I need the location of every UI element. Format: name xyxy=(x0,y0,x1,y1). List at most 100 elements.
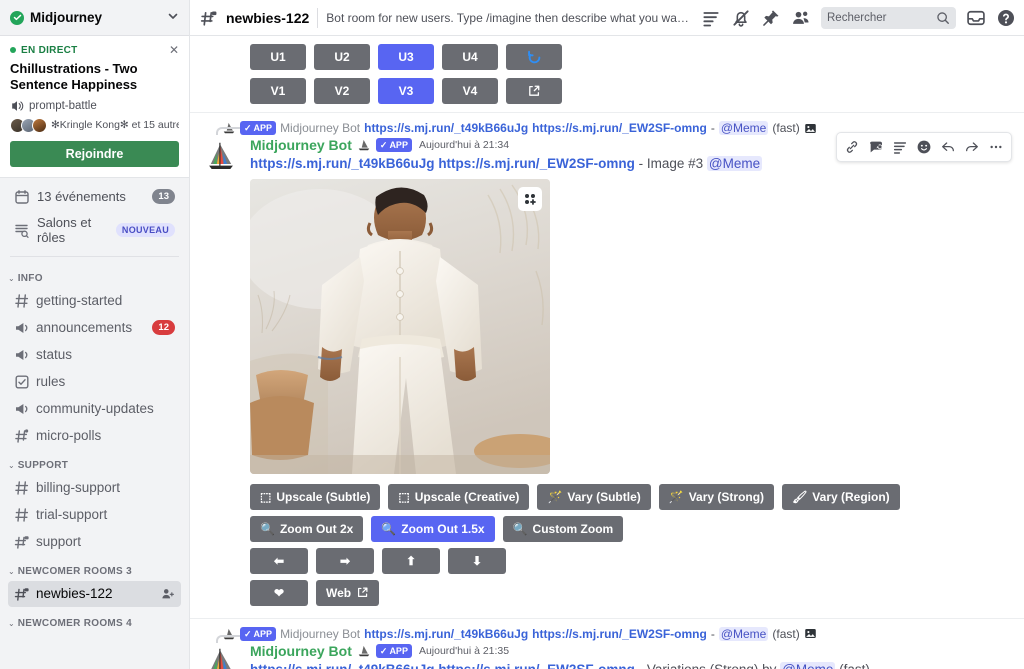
upscale-vary-row: ⬚ Upscale (Subtle) ⬚ Upscale (Creative) 🪄 V… xyxy=(250,483,1012,510)
message-link-2[interactable]: https://s.mj.run/_EW2SF-omng xyxy=(438,156,635,171)
message-mention[interactable]: @Meme xyxy=(706,156,763,171)
add-reaction-icon[interactable] xyxy=(913,136,935,158)
sidebar-item-micro-polls[interactable]: micro-polls xyxy=(8,423,181,449)
reply-link-2[interactable]: https://s.mj.run/_EW2SF-omng xyxy=(532,627,707,641)
reply-mention[interactable]: @Meme xyxy=(718,121,769,135)
message-list[interactable]: U1 U2 U3 U4 V1 V2 V3 V4 ✓ APP Midjourney… xyxy=(190,36,1024,669)
sidebar-item-getting-started[interactable]: getting-started xyxy=(8,288,181,314)
event-voice-channel[interactable]: prompt-battle xyxy=(10,99,179,113)
v4-button[interactable]: V4 xyxy=(442,78,498,104)
reply-mention[interactable]: @Meme xyxy=(718,626,769,641)
v1-button[interactable]: V1 xyxy=(250,78,306,104)
vary-strong-button[interactable]: 🪄 Vary (Strong) xyxy=(658,483,775,510)
pan-right-button[interactable]: ➡ xyxy=(316,547,374,574)
threads-icon[interactable] xyxy=(701,8,721,28)
message-link-1[interactable]: https://s.mj.run/_t49kB66uJg xyxy=(250,662,435,669)
more-icon[interactable] xyxy=(985,136,1007,158)
pan-up-button[interactable]: ⬆ xyxy=(382,547,440,574)
u4-button[interactable]: U4 xyxy=(442,44,498,70)
verified-badge-icon xyxy=(10,10,24,25)
message-author[interactable]: Midjourney Bot xyxy=(250,643,352,659)
category-newcomer-rooms-3[interactable]: ⌄ NEWCOMER ROOMS 3 xyxy=(0,556,189,580)
reroll-button[interactable] xyxy=(506,44,562,70)
sidebar-item-status[interactable]: status xyxy=(8,342,181,368)
vary-subtle-button[interactable]: 🪄 Vary (Subtle) xyxy=(537,483,651,510)
category-support[interactable]: ⌄ SUPPORT xyxy=(0,450,189,474)
pan-left-button[interactable]: ⬅ xyxy=(250,547,308,574)
channel-label: getting-started xyxy=(36,293,123,308)
close-icon[interactable]: ✕ xyxy=(169,44,179,56)
magnifier-icon: 🔍 xyxy=(260,521,275,536)
inbox-icon[interactable] xyxy=(966,8,986,28)
zoom-out-1-5x-button[interactable]: 🔍 Zoom Out 1.5x xyxy=(371,515,495,542)
server-header[interactable]: Midjourney xyxy=(0,0,189,36)
add-member-icon[interactable] xyxy=(161,587,175,601)
v3-button[interactable]: V3 xyxy=(378,78,434,104)
zoom-out-2x-button[interactable]: 🔍 Zoom Out 2x xyxy=(250,515,364,542)
sidebar-item-trial-support[interactable]: trial-support xyxy=(8,502,181,528)
sidebar-item-community-updates[interactable]: community-updates xyxy=(8,396,181,422)
image-grid-view-button[interactable] xyxy=(518,186,542,211)
arrow-right-icon: ➡ xyxy=(339,553,351,568)
favorite-button[interactable]: ❤ xyxy=(250,579,308,606)
pan-down-button[interactable]: ⬇ xyxy=(448,547,506,574)
sidebar-item-events[interactable]: 13 événements 13 xyxy=(8,184,181,210)
reply-context[interactable]: ✓ APP Midjourney Bot https://s.mj.run/_t4… xyxy=(190,626,1012,641)
link-icon[interactable] xyxy=(841,136,863,158)
u2-button[interactable]: U2 xyxy=(314,44,370,70)
thread-icon[interactable] xyxy=(865,136,887,158)
chevron-down-icon[interactable] xyxy=(167,10,179,25)
button-label: Zoom Out 1.5x xyxy=(401,521,485,536)
members-icon[interactable] xyxy=(791,8,811,28)
sidebar-scroll[interactable]: EN DIRECT ✕ Chillustrations - Two Senten… xyxy=(0,36,189,669)
sidebar-item-support[interactable]: support xyxy=(8,529,181,555)
mark-unread-icon[interactable] xyxy=(889,136,911,158)
message-body: Midjourney Bot ✓ APP Aujourd'hui à 21:35 … xyxy=(190,643,1012,669)
v2-button[interactable]: V2 xyxy=(314,78,370,104)
message-link-2[interactable]: https://s.mj.run/_EW2SF-omng xyxy=(438,662,635,669)
app-badge-label: APP xyxy=(389,645,408,656)
category-newcomer-rooms-4[interactable]: ⌄ NEWCOMER ROOMS 4 xyxy=(0,608,189,632)
sidebar-item-newbies-122[interactable]: newbies-122 xyxy=(8,580,181,607)
chevron-down-icon: ⌄ xyxy=(8,618,15,628)
reply-link-2[interactable]: https://s.mj.run/_EW2SF-omng xyxy=(532,121,707,135)
app-badge: ✓ APP xyxy=(240,121,277,135)
message-link-1[interactable]: https://s.mj.run/_t49kB66uJg xyxy=(250,156,435,171)
channel-label: micro-polls xyxy=(36,428,102,443)
sidebar-item-rules[interactable]: rules xyxy=(8,369,181,395)
hash-icon xyxy=(15,480,29,495)
pin-icon[interactable] xyxy=(761,8,781,28)
sidebar-item-announcements[interactable]: announcements 12 xyxy=(8,315,181,341)
upscale-creative-button[interactable]: ⬚ Upscale (Creative) xyxy=(388,483,530,510)
bell-muted-icon[interactable] xyxy=(731,8,751,28)
u1-button[interactable]: U1 xyxy=(250,44,306,70)
u3-button[interactable]: U3 xyxy=(378,44,434,70)
image-attachment-icon xyxy=(804,629,816,639)
grid-view-icon xyxy=(525,193,536,205)
reply-icon[interactable] xyxy=(937,136,959,158)
button-label: Upscale (Subtle) xyxy=(276,489,371,504)
external-link-button[interactable] xyxy=(506,78,562,104)
category-info[interactable]: ⌄ INFO xyxy=(0,263,189,287)
search-input[interactable]: Rechercher xyxy=(821,6,956,29)
upscale-subtle-button[interactable]: ⬚ Upscale (Subtle) xyxy=(250,483,381,510)
heart-icon: ❤ xyxy=(273,585,285,600)
join-event-button[interactable]: Rejoindre xyxy=(10,140,179,167)
custom-zoom-button[interactable]: 🔍 Custom Zoom xyxy=(502,515,624,542)
avatar[interactable] xyxy=(202,139,240,177)
magic-wand-icon: 🪄 xyxy=(547,489,563,504)
help-icon[interactable] xyxy=(996,8,1016,28)
external-link-icon xyxy=(358,587,368,598)
message-author[interactable]: Midjourney Bot xyxy=(250,137,352,153)
avatar[interactable] xyxy=(202,644,240,669)
forward-icon[interactable] xyxy=(961,136,983,158)
channel-topic[interactable]: Bot room for new users. Type /imagine th… xyxy=(326,11,693,25)
sidebar-item-billing-support[interactable]: billing-support xyxy=(8,475,181,501)
message-mention[interactable]: @Meme xyxy=(780,661,836,669)
generated-image[interactable] xyxy=(250,178,550,474)
reply-link-1[interactable]: https://s.mj.run/_t49kB66uJg xyxy=(364,121,528,135)
web-button[interactable]: Web xyxy=(316,579,380,606)
sidebar-item-channels-roles[interactable]: Salons et rôles NOUVEAU xyxy=(8,210,181,250)
vary-region-button[interactable]: 🖌 Vary (Region) xyxy=(782,483,900,510)
reply-link-1[interactable]: https://s.mj.run/_t49kB66uJg xyxy=(364,627,528,641)
